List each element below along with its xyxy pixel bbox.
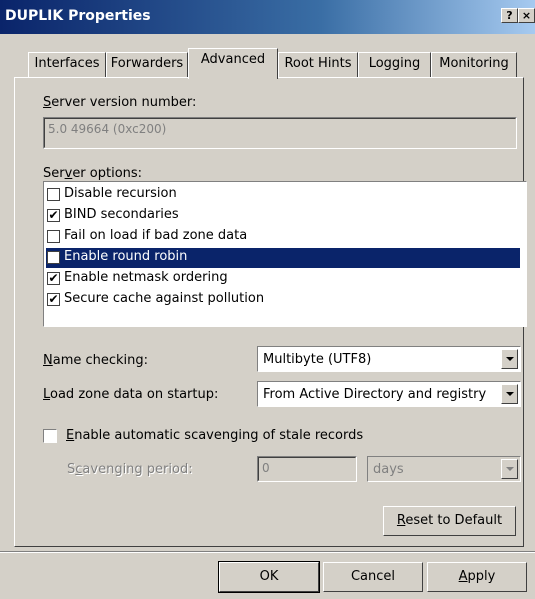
server-options-list[interactable]: Disable recursion ✔ BIND secondaries Fai… xyxy=(43,181,527,327)
list-item[interactable]: Fail on load if bad zone data xyxy=(46,227,520,247)
tab-root-hints[interactable]: Root Hints xyxy=(278,52,358,78)
checkbox-disable-recursion[interactable] xyxy=(47,188,60,201)
advanced-tab-panel: Server version number: 5.0 49664 (0xc200… xyxy=(14,77,527,547)
checkbox-enable-round-robin[interactable] xyxy=(47,251,60,264)
name-checking-dropdown[interactable]: Multibyte (UTF8) xyxy=(257,346,521,372)
close-icon: × xyxy=(521,9,532,22)
server-version-label: Server version number: xyxy=(43,95,197,110)
list-item[interactable]: Disable recursion xyxy=(46,185,520,205)
tab-logging[interactable]: Logging xyxy=(358,52,431,78)
tab-advanced[interactable]: Advanced xyxy=(188,48,278,79)
chevron-down-icon xyxy=(506,467,514,471)
scavenging-unit-dropdown[interactable]: days xyxy=(367,456,521,482)
dropdown-button[interactable] xyxy=(501,349,518,369)
tab-forwarders[interactable]: Forwarders xyxy=(106,52,188,78)
checkbox-fail-on-load[interactable] xyxy=(47,230,60,243)
chevron-down-icon xyxy=(506,392,514,396)
checkbox-bind-secondaries[interactable]: ✔ xyxy=(47,209,60,222)
tab-interfaces[interactable]: Interfaces xyxy=(28,52,106,78)
dropdown-button[interactable] xyxy=(501,384,518,404)
title-bar[interactable]: DUPLIK Properties ? × xyxy=(0,0,535,34)
chevron-down-icon xyxy=(506,357,514,361)
list-item-selected[interactable]: Enable round robin xyxy=(46,248,520,268)
checkbox-netmask-ordering[interactable]: ✔ xyxy=(47,272,60,285)
load-zone-label: Load zone data on startup: xyxy=(43,387,219,402)
scavenging-period-field[interactable]: 0 xyxy=(257,456,357,482)
load-zone-dropdown[interactable]: From Active Directory and registry xyxy=(257,381,521,407)
scavenging-period-label: Scavenging period: xyxy=(67,462,193,477)
list-item[interactable]: ✔ Secure cache against pollution xyxy=(46,290,520,310)
dropdown-button[interactable] xyxy=(501,459,518,479)
server-version-value: 5.0 49664 (0xc200) xyxy=(48,122,167,136)
apply-button[interactable]: Apply xyxy=(427,562,527,592)
name-checking-label: Name checking: xyxy=(43,353,149,368)
tab-monitoring[interactable]: Monitoring xyxy=(431,52,517,78)
footer-divider xyxy=(0,551,535,553)
list-item[interactable]: ✔ BIND secondaries xyxy=(46,206,520,226)
close-button[interactable]: × xyxy=(518,8,535,23)
server-version-field[interactable]: 5.0 49664 (0xc200) xyxy=(43,117,517,149)
scavenging-checkbox-label[interactable]: Enable automatic scavenging of stale rec… xyxy=(66,428,363,443)
list-item[interactable]: ✔ Enable netmask ordering xyxy=(46,269,520,289)
reset-to-default-button[interactable]: Reset to Default xyxy=(383,506,516,536)
help-button[interactable]: ? xyxy=(501,8,518,23)
cancel-button[interactable]: Cancel xyxy=(323,562,423,592)
checkbox-secure-cache[interactable]: ✔ xyxy=(47,293,60,306)
server-options-label: Server options: xyxy=(43,166,143,181)
window-title: DUPLIK Properties xyxy=(5,8,151,24)
scavenging-checkbox[interactable] xyxy=(43,429,57,443)
ok-button[interactable]: OK xyxy=(218,561,320,593)
